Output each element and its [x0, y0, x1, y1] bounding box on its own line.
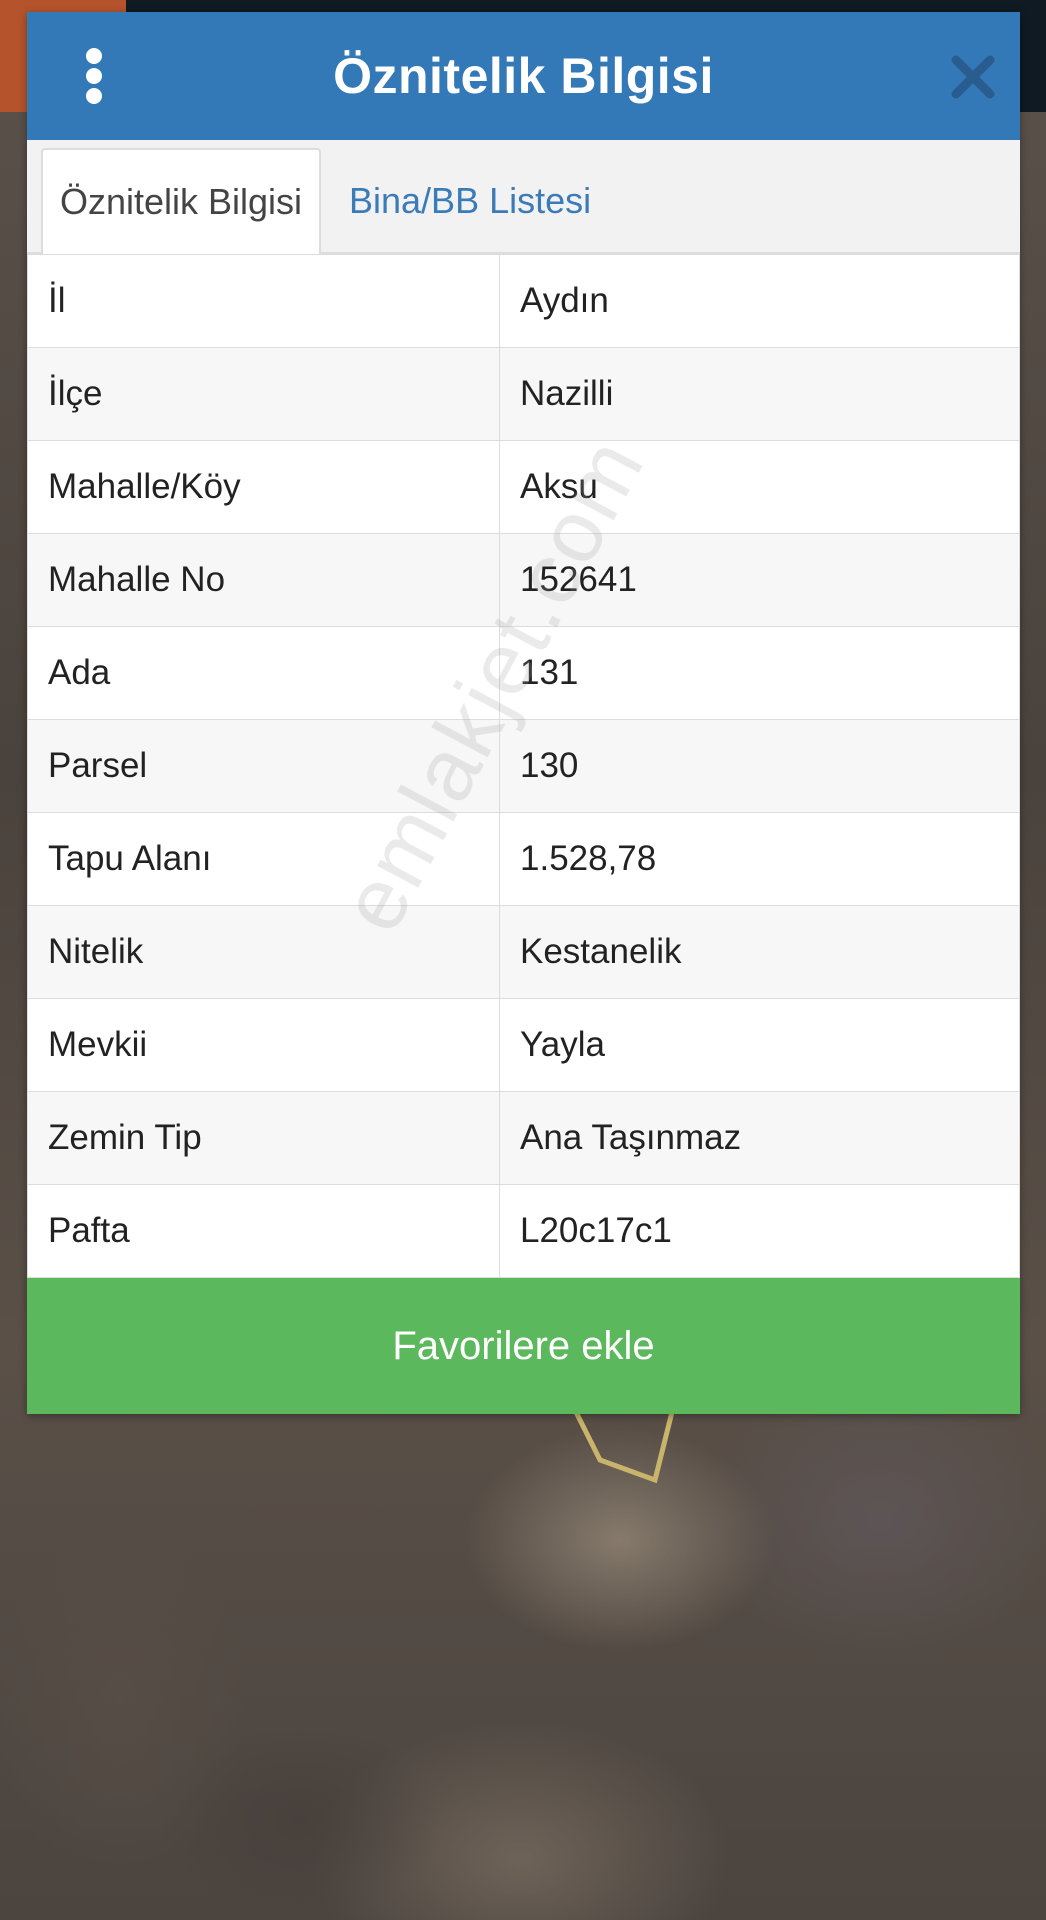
attribute-value: 130 — [499, 719, 1020, 813]
table-row: Nitelik Kestanelik — [27, 905, 1020, 999]
dialog-header: Öznitelik Bilgisi — [27, 12, 1020, 140]
attribute-value: Ana Taşınmaz — [499, 1091, 1020, 1185]
more-vertical-icon[interactable] — [75, 48, 115, 104]
attribute-label: Pafta — [27, 1184, 500, 1278]
attribute-value: Kestanelik — [499, 905, 1020, 999]
attribute-value: 152641 — [499, 533, 1020, 627]
table-row: Pafta L20c17c1 — [27, 1184, 1020, 1278]
attribute-label: Zemin Tip — [27, 1091, 500, 1185]
table-row: Parsel 130 — [27, 719, 1020, 813]
attribute-info-dialog: Öznitelik Bilgisi Öznitelik Bilgisi Bina… — [27, 12, 1020, 1414]
table-row: Tapu Alanı 1.528,78 — [27, 812, 1020, 906]
attribute-label: İl — [27, 254, 500, 348]
attribute-table: İl Aydın İlçe Nazilli Mahalle/Köy Aksu Mahalle… — [27, 254, 1020, 1278]
attribute-label: Mevkii — [27, 998, 500, 1092]
parcel-boundary-outline — [567, 1400, 678, 1484]
attribute-label: İlçe — [27, 347, 500, 441]
attribute-value: Yayla — [499, 998, 1020, 1092]
attribute-label: Nitelik — [27, 905, 500, 999]
table-row: Mahalle/Köy Aksu — [27, 440, 1020, 534]
table-row: İlçe Nazilli — [27, 347, 1020, 441]
tab-bar: Öznitelik Bilgisi Bina/BB Listesi — [27, 140, 1020, 254]
attribute-label: Mahalle No — [27, 533, 500, 627]
attribute-value: Aksu — [499, 440, 1020, 534]
attribute-value: Aydın — [499, 254, 1020, 348]
attribute-value: 131 — [499, 626, 1020, 720]
table-row: Mevkii Yayla — [27, 998, 1020, 1092]
attribute-label: Tapu Alanı — [27, 812, 500, 906]
table-row: Mahalle No 152641 — [27, 533, 1020, 627]
table-row: Zemin Tip Ana Taşınmaz — [27, 1091, 1020, 1185]
table-row: Ada 131 — [27, 626, 1020, 720]
tab-building-list[interactable]: Bina/BB Listesi — [349, 148, 591, 254]
attribute-value: 1.528,78 — [499, 812, 1020, 906]
attribute-value: Nazilli — [499, 347, 1020, 441]
attribute-value: L20c17c1 — [499, 1184, 1020, 1278]
attribute-label: Mahalle/Köy — [27, 440, 500, 534]
tab-attribute-info[interactable]: Öznitelik Bilgisi — [41, 148, 321, 254]
close-icon[interactable] — [950, 54, 996, 100]
attribute-label: Parsel — [27, 719, 500, 813]
dialog-title: Öznitelik Bilgisi — [333, 48, 714, 104]
table-row: İl Aydın — [27, 254, 1020, 348]
add-to-favorites-button[interactable]: Favorilere ekle — [27, 1278, 1020, 1414]
attribute-label: Ada — [27, 626, 500, 720]
